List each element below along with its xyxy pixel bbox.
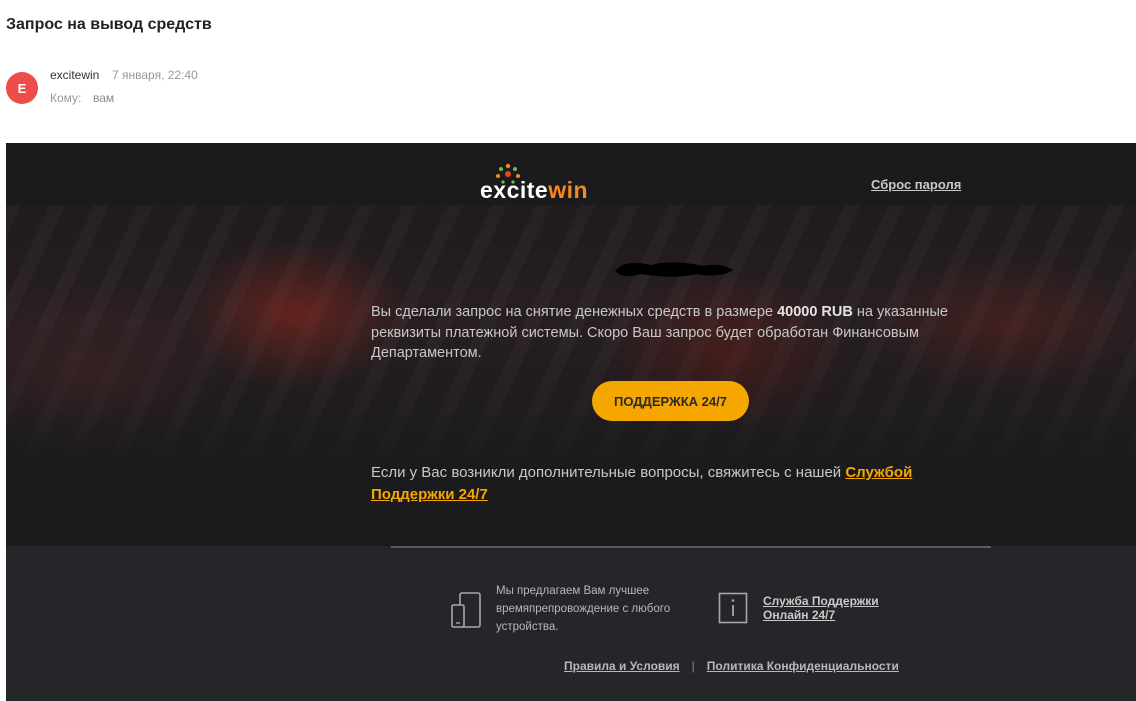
device-text: Мы предлагаем Вам лучшее времяпрепровожд…	[496, 585, 671, 633]
support-button[interactable]: ПОДДЕРЖКА 24/7	[592, 381, 749, 421]
to-label: Кому:	[50, 91, 82, 105]
to-value[interactable]: вам	[93, 91, 114, 105]
questions-text: Если у Вас возникли дополнительные вопро…	[371, 464, 913, 503]
excitewin-logo[interactable]: excitewin	[480, 163, 610, 207]
device-icon	[451, 592, 481, 628]
sender-row: E excitewin 7 января, 22:40 Кому: вам	[6, 68, 606, 110]
privacy-link[interactable]: Политика Конфиденциальности	[707, 659, 899, 673]
avatar[interactable]: E	[6, 72, 38, 104]
email-body: excitewin Сброс пароля Вы сделали запрос…	[6, 143, 1136, 701]
footer-divider	[391, 546, 991, 548]
reset-password-link[interactable]: Сброс пароля	[871, 177, 961, 192]
sender-name[interactable]: excitewin	[50, 68, 99, 82]
info-icon	[718, 592, 748, 624]
redacted-name	[615, 262, 733, 277]
logo-wordmark: excitewin	[480, 177, 589, 203]
bottom-links: Правила и Условия | Политика Конфиденциаль…	[564, 659, 899, 675]
amount: 40000 RUB	[777, 304, 853, 320]
link-separator: |	[691, 659, 695, 673]
email-subject: Запрос на вывод средств	[6, 16, 212, 33]
email-date: 7 января, 22:40	[112, 68, 198, 82]
footer: Мы предлагаем Вам лучшее времяпрепровожд…	[6, 546, 1136, 701]
terms-link[interactable]: Правила и Условия	[564, 659, 680, 673]
withdrawal-message: Вы сделали запрос на снятие денежных сре…	[371, 304, 948, 361]
online-support-link[interactable]: Служба Поддержки Онлайн 24/7	[763, 594, 913, 622]
